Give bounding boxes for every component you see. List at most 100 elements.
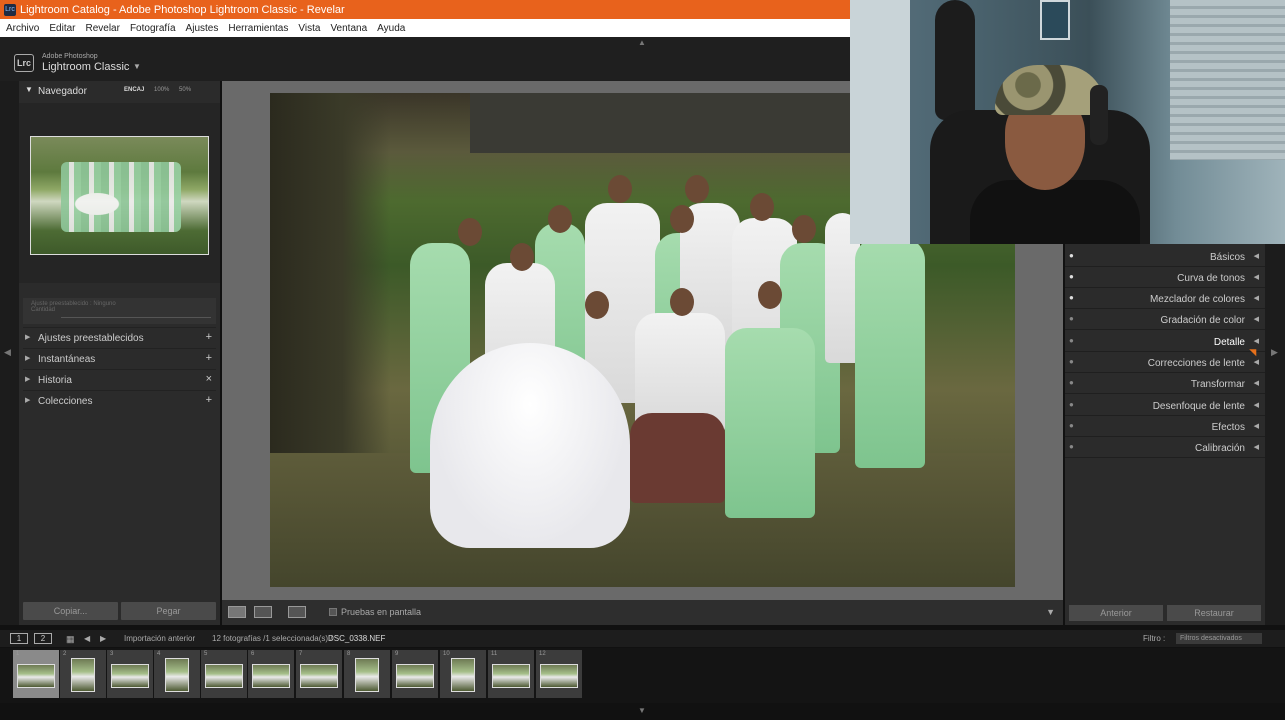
menu-revelar[interactable]: Revelar [85, 23, 119, 34]
film-thumb[interactable]: 1 [13, 650, 59, 698]
film-thumb[interactable]: 2 [60, 650, 106, 698]
add-preset-icon[interactable]: + [206, 331, 212, 343]
panel-color-mixer[interactable]: ● Mezclador de colores ◀ [1065, 288, 1265, 309]
develop-toolbar: Pruebas en pantalla ▼ [222, 600, 1063, 625]
section-history[interactable]: ▶ Historia × [23, 369, 216, 389]
navigator-thumbnail[interactable] [30, 136, 209, 255]
menu-ajustes[interactable]: Ajustes [186, 23, 219, 34]
film-thumb[interactable]: 11 [488, 650, 534, 698]
panel-lens-corrections[interactable]: ● Correcciones de lente ◀ [1065, 352, 1265, 373]
film-thumb[interactable]: 12 [536, 650, 582, 698]
photo-head [792, 215, 816, 243]
film-thumb[interactable]: 6 [248, 650, 294, 698]
collapse-bottom-icon[interactable]: ▼ [638, 706, 646, 715]
menu-fotografia[interactable]: Fotografía [130, 23, 176, 34]
eye-icon[interactable]: ● [1069, 272, 1074, 281]
thumb-number: 4 [157, 651, 161, 657]
menu-herramientas[interactable]: Herramientas [228, 23, 288, 34]
eye-icon[interactable]: ● [1069, 336, 1074, 345]
collapse-top-panel-icon[interactable]: ▲ [638, 38, 646, 47]
film-thumb[interactable]: 4 [154, 650, 200, 698]
panel-basic[interactable]: ● Básicos ◀ [1065, 246, 1265, 267]
menu-ventana[interactable]: Ventana [330, 23, 367, 34]
secondary-window-button[interactable]: 2 [34, 633, 52, 644]
right-panel-edge[interactable]: ▶ [1265, 244, 1285, 625]
film-thumb[interactable]: 7 [296, 650, 342, 698]
collapse-right-icon[interactable]: ▶ [1271, 347, 1278, 358]
eye-icon[interactable]: ● [1069, 251, 1074, 260]
film-thumb[interactable]: 8 [344, 650, 390, 698]
right-panel: ● Básicos ◀ ● Curva de tonos ◀ ● Mezclad… [1065, 244, 1265, 625]
chevron-down-icon[interactable]: ▼ [133, 62, 141, 71]
film-thumb[interactable]: 5 [201, 650, 247, 698]
photo-roof [470, 93, 850, 153]
lrc-app-icon: Lrc [4, 3, 16, 16]
current-filename[interactable]: DSC_0338.NEF [328, 634, 385, 643]
photo-head [608, 175, 632, 203]
copy-button[interactable]: Copiar... [23, 602, 118, 620]
eye-icon[interactable]: ● [1069, 314, 1074, 323]
bottom-panel-edge[interactable]: ▼ [0, 703, 1285, 720]
thumb-image [540, 664, 578, 688]
triangle-left-icon: ◀ [1253, 402, 1259, 409]
paste-button[interactable]: Pegar [121, 602, 216, 620]
eye-icon[interactable]: ● [1069, 293, 1074, 302]
zoom-100[interactable]: 100% [154, 87, 169, 93]
eye-icon[interactable]: ● [1069, 357, 1074, 366]
forward-arrow-icon[interactable]: ▶ [100, 634, 106, 643]
previous-button[interactable]: Anterior [1069, 605, 1163, 621]
section-snapshots[interactable]: ▶ Instantáneas + [23, 348, 216, 368]
add-snapshot-icon[interactable]: + [206, 352, 212, 364]
main-window-button[interactable]: 1 [10, 633, 28, 644]
film-thumb[interactable]: 9 [392, 650, 438, 698]
eye-icon[interactable]: ● [1069, 421, 1074, 430]
menu-ayuda[interactable]: Ayuda [377, 23, 405, 34]
menu-vista[interactable]: Vista [298, 23, 320, 34]
panel-transform[interactable]: ● Transformar ◀ [1065, 373, 1265, 394]
thumb-number: 11 [491, 651, 498, 657]
soft-proof-checkbox[interactable] [329, 608, 337, 616]
menu-archivo[interactable]: Archivo [6, 23, 39, 34]
section-history-label: Historia [38, 375, 72, 386]
add-collection-icon[interactable]: + [206, 394, 212, 406]
panel-calibration-label: Calibración [1194, 443, 1245, 454]
triangle-left-icon: ◀ [1253, 380, 1259, 387]
collapse-left-icon[interactable]: ◀ [4, 347, 11, 358]
thumb-image [205, 664, 243, 688]
menu-editar[interactable]: Editar [49, 23, 75, 34]
zoom-fit[interactable]: ENCAJ [124, 87, 144, 93]
section-presets[interactable]: ▶ Ajustes preestablecidos + [23, 327, 216, 347]
panel-color-grading[interactable]: ● Gradación de color ◀ [1065, 309, 1265, 330]
panel-detail[interactable]: ● Detalle ◀ [1065, 331, 1265, 352]
photo-head [670, 205, 694, 233]
clear-history-icon[interactable]: × [206, 373, 212, 385]
panel-tone-curve[interactable]: ● Curva de tonos ◀ [1065, 267, 1265, 288]
film-thumb[interactable]: 3 [107, 650, 153, 698]
filter-dropdown[interactable]: Filtros desactivados [1176, 633, 1262, 644]
panel-calibration[interactable]: ● Calibración ◀ [1065, 437, 1265, 458]
toolbar-menu-icon[interactable]: ▼ [1046, 607, 1055, 617]
eye-icon[interactable]: ● [1069, 442, 1074, 451]
loupe-view-button[interactable] [228, 606, 246, 618]
compare-toggle-button[interactable] [288, 606, 306, 618]
panel-lens-blur[interactable]: ● Desenfoque de lente ◀ [1065, 395, 1265, 416]
section-collections[interactable]: ▶ Colecciones + [23, 390, 216, 410]
eye-icon[interactable]: ● [1069, 378, 1074, 387]
thumb-image [451, 658, 475, 692]
eye-icon[interactable]: ● [1069, 400, 1074, 409]
reset-button[interactable]: Restaurar [1167, 605, 1261, 621]
panel-tone-curve-label: Curva de tonos [1177, 273, 1245, 284]
zoom-50[interactable]: 50% [179, 87, 191, 93]
grid-icon[interactable]: ▦ [66, 634, 75, 645]
brand-product: Lightroom Classic [42, 61, 130, 73]
film-thumb[interactable]: 10 [440, 650, 486, 698]
left-panel-edge[interactable]: ◀ [0, 81, 19, 625]
navigator-header[interactable]: ▼ Navegador ENCAJ 100% 50% [19, 81, 220, 101]
window-title: Lightroom Catalog - Adobe Photoshop Ligh… [20, 3, 345, 16]
before-after-button[interactable] [254, 606, 272, 618]
back-arrow-icon[interactable]: ◀ [84, 634, 90, 643]
panel-effects[interactable]: ● Efectos ◀ [1065, 416, 1265, 437]
source-label[interactable]: Importación anterior [124, 634, 195, 643]
thumb-number: 6 [251, 651, 255, 657]
triangle-left-icon: ◀ [1253, 338, 1259, 345]
